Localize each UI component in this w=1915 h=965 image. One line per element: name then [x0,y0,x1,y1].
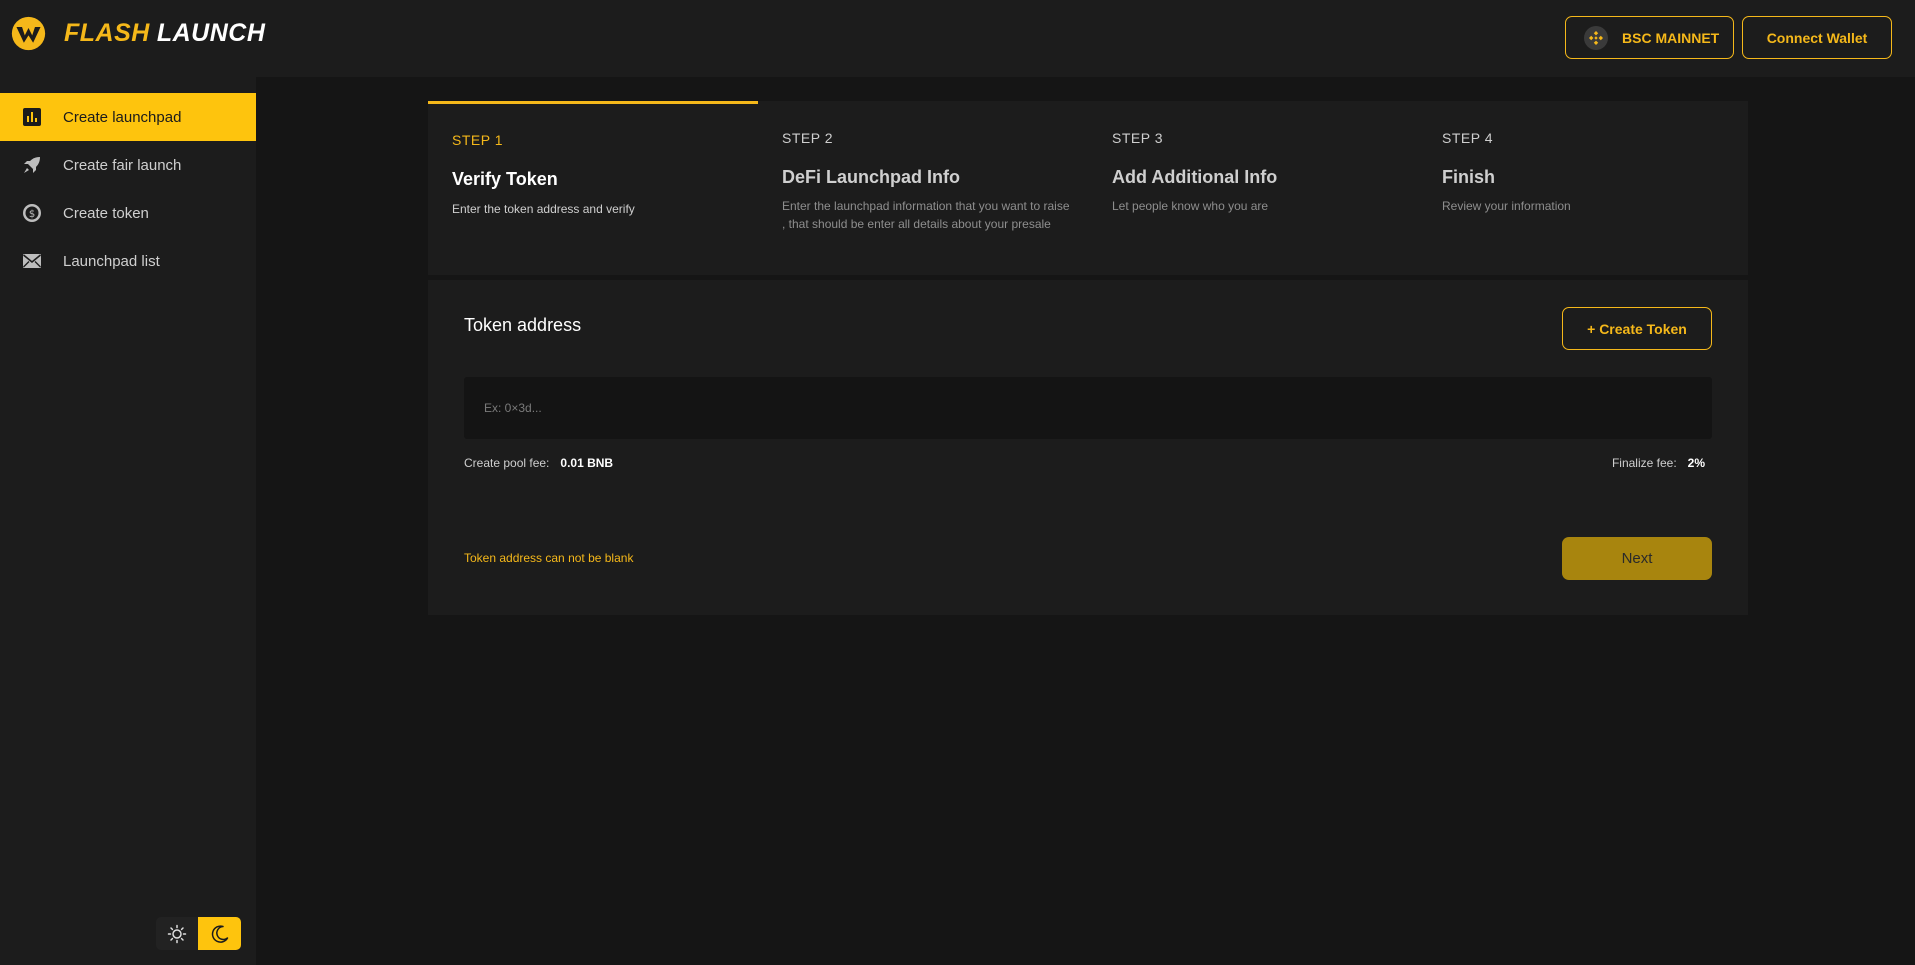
sidebar: Create launchpad Create fair launch $ Cr… [0,77,256,965]
pool-fee-value: 0.01 BNB [560,456,614,470]
step-number: STEP 2 [782,130,833,146]
svg-text:$: $ [29,209,35,220]
bar-chart-icon [21,106,43,128]
step-title: Verify Token [452,169,558,189]
sidebar-item-create-fair-launch[interactable]: Create fair launch [0,141,256,189]
top-bar: FLASH LAUNCH BSC MAINNET Connect Wallet [0,0,1915,77]
brand-secondary: LAUNCH [156,19,266,47]
sun-icon[interactable] [156,917,198,950]
create-token-button[interactable]: + Create Token [1562,307,1712,350]
lightning-logo-icon [11,16,46,51]
pool-fee-label: Create pool fee: [464,456,550,470]
finalize-fee-value: 2% [1687,456,1705,470]
sidebar-item-launchpad-list[interactable]: Launchpad list [0,237,256,285]
step-description: Enter the launchpad information that you… [782,199,1070,231]
sidebar-item-label: Launchpad list [63,252,160,270]
connect-wallet-button[interactable]: Connect Wallet [1742,16,1892,59]
validation-error: Token address can not be blank [464,551,634,565]
finalize-fee-label: Finalize fee: [1611,456,1677,470]
step-number: STEP 1 [452,132,503,148]
network-label: BSC MAINNET [1622,29,1720,46]
sidebar-item-label: Create fair launch [63,156,182,174]
rocket-icon [21,154,43,176]
theme-toggle[interactable] [156,917,241,950]
moon-icon[interactable] [198,917,241,950]
network-selector-button[interactable]: BSC MAINNET [1565,16,1734,59]
pool-fee-info: Create pool fee: 0.01 BNB [464,456,613,470]
token-address-input[interactable] [464,377,1712,439]
step-progress-bar [428,101,758,104]
step-progress-panel: STEP 1 Verify Token Enter the token addr… [428,101,1748,275]
step-description: Let people know who you are [1112,199,1269,213]
envelope-icon [21,250,43,272]
sidebar-item-label: Create launchpad [63,108,182,126]
brand-name: FLASH LAUNCH [64,21,265,46]
step-title: DeFi Launchpad Info [782,167,960,187]
brand-primary: FLASH [64,19,150,47]
step-number: STEP 4 [1442,130,1493,146]
finalize-fee-info: Finalize fee: 2% [1612,456,1705,470]
sidebar-item-create-launchpad[interactable]: Create launchpad [0,93,256,141]
step-title: Finish [1442,167,1495,187]
form-title: Token address [464,315,582,335]
dollar-coin-icon: $ [21,202,43,224]
step-title: Add Additional Info [1112,167,1278,187]
step-description: Enter the token address and verify [452,202,635,216]
bnb-icon [1584,25,1608,50]
step-number: STEP 3 [1112,130,1163,146]
step-description: Review your information [1442,199,1571,213]
sidebar-item-create-token[interactable]: $ Create token [0,189,256,237]
next-button[interactable]: Next [1562,537,1712,580]
brand-logo[interactable]: FLASH LAUNCH [10,15,265,52]
sidebar-item-label: Create token [63,204,149,222]
verify-token-card: Token address + Create Token Create pool… [428,280,1748,615]
